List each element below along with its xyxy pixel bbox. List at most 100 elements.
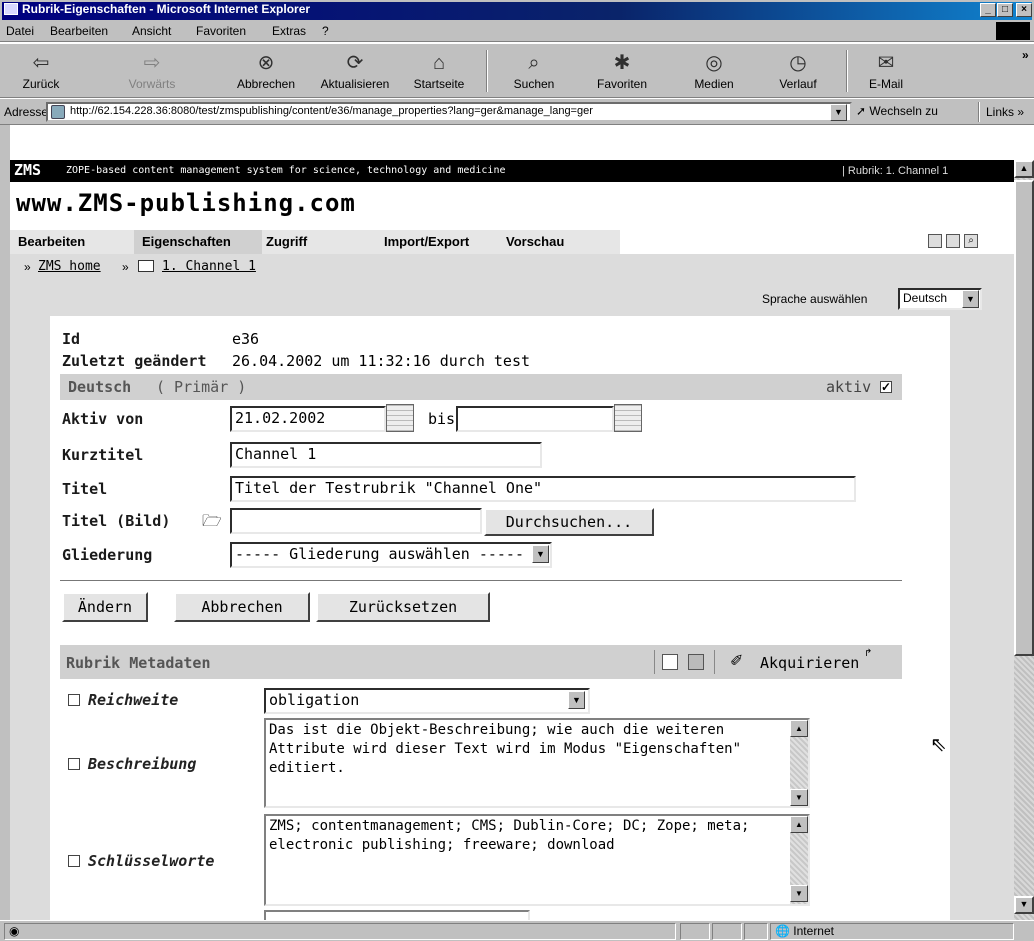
browse-button[interactable]: Durchsuchen... (484, 508, 654, 536)
mail-button[interactable]: ✉ E-Mail (848, 48, 924, 96)
ie-window-icon (4, 3, 18, 15)
language-section-title: Deutsch (68, 378, 132, 396)
gliederung-select[interactable]: ----- Gliederung auswählen ----- (230, 542, 552, 568)
links-button[interactable]: Links » (986, 105, 1024, 119)
window-title: Rubrik-Eigenschaften - Microsoft Interne… (22, 2, 311, 16)
window-border-left (0, 125, 10, 920)
address-dropdown-button[interactable]: ▼ (830, 104, 847, 121)
address-bar: Adresse http://62.154.228.36:8080/test/z… (0, 99, 1034, 125)
paste-icon[interactable] (688, 654, 704, 670)
close-button[interactable]: × (1016, 3, 1032, 17)
titel-bild-file-input[interactable] (230, 508, 482, 534)
expand-arrow-icon[interactable]: ↱ (864, 648, 872, 659)
menu-ansicht[interactable]: Ansicht (132, 24, 171, 38)
address-url: http://62.154.228.36:8080/test/zmspublis… (70, 105, 593, 117)
status-bar: ◉ 🌐 Internet (0, 920, 1034, 941)
toolbar-overflow-button[interactable]: » (1022, 48, 1029, 62)
aktiv-von-label: Aktiv von (62, 410, 144, 428)
scroll-down-button[interactable]: ▼ (1014, 896, 1034, 914)
back-button[interactable]: ⇦ Zurück (6, 48, 76, 96)
schluesselworte-checkbox[interactable] (68, 855, 80, 867)
menu-extras[interactable]: Extras (272, 24, 306, 38)
scroll-down-arrow[interactable]: ▼ (790, 885, 808, 902)
breadcrumb-current-link[interactable]: 1. Channel 1 (162, 259, 256, 274)
calendar-icon[interactable] (386, 404, 414, 432)
status-cell (744, 923, 768, 940)
kurztitel-label: Kurztitel (62, 446, 144, 464)
refresh-button[interactable]: ⟳ Aktualisieren (310, 48, 400, 96)
open-folder-icon: 🗁 (202, 513, 222, 530)
mouse-cursor-icon: ⇖ (930, 734, 947, 756)
changed-value: 26.04.2002 um 11:32:16 durch test (232, 352, 531, 370)
search-icon: ⌕ (528, 52, 540, 74)
active-label: aktiv (826, 378, 872, 396)
copy-icon[interactable] (662, 654, 678, 670)
next-field-partial[interactable] (264, 910, 530, 920)
reset-button[interactable]: Zurücksetzen (316, 592, 490, 622)
menu-bearbeiten[interactable]: Bearbeiten (50, 24, 108, 38)
menu-datei[interactable]: Datei (6, 24, 34, 38)
status-cell (680, 923, 710, 940)
forward-arrow-icon: ⇨ (143, 52, 161, 74)
maximize-button[interactable]: □ (997, 3, 1013, 17)
aktiv-von-input[interactable]: 21.02.2002 (230, 406, 386, 432)
schluesselworte-textarea[interactable]: ZMS; contentmanagement; CMS; Dublin-Core… (264, 814, 810, 906)
media-button[interactable]: ◎ Medien (676, 48, 752, 96)
active-checkbox[interactable]: ✓ (880, 381, 892, 393)
window-titlebar[interactable]: Rubrik-Eigenschaften - Microsoft Interne… (0, 0, 1034, 20)
beschreibung-textarea[interactable]: Das ist die Objekt-Beschreibung; wie auc… (264, 718, 810, 808)
gliederung-label: Gliederung (62, 546, 153, 564)
chevron-down-icon[interactable]: ▼ (532, 545, 549, 563)
tab-import-export[interactable]: Import/Export (376, 230, 500, 254)
site-title: www.ZMS-publishing.com (16, 189, 356, 217)
search-button[interactable]: ⌕ Suchen (496, 48, 572, 96)
page-scrollbar[interactable]: ▲ ▼ (1014, 160, 1034, 920)
management-tabs: Bearbeiten Eigenschaften Zugriff Import/… (10, 230, 1014, 254)
reichweite-select[interactable]: obligation (264, 688, 590, 714)
tab-vorschau[interactable]: Vorschau (498, 230, 618, 254)
security-zone: 🌐 Internet (770, 923, 1014, 940)
breadcrumb: » ZMS home » 1. Channel 1 (10, 254, 1014, 280)
reichweite-checkbox[interactable] (68, 694, 80, 706)
changed-label: Zuletzt geändert (62, 352, 207, 370)
home-button[interactable]: ⌂ Startseite (404, 48, 474, 96)
scroll-up-arrow[interactable]: ▲ (790, 720, 808, 737)
go-button[interactable]: ➚ Wechseln zu (856, 103, 976, 122)
bis-input[interactable] (456, 406, 614, 432)
forward-button[interactable]: ⇨ Vorwärts (112, 48, 192, 96)
list-icon[interactable] (946, 234, 960, 248)
tab-eigenschaften[interactable]: Eigenschaften (134, 230, 262, 254)
page-top-blank (10, 125, 1014, 160)
minimize-button[interactable]: _ (980, 3, 996, 17)
acquire-link[interactable]: Akquirieren (760, 654, 859, 672)
address-input[interactable]: http://62.154.228.36:8080/test/zmspublis… (46, 102, 852, 122)
titel-input[interactable]: Titel der Testrubrik "Channel One" (230, 476, 856, 502)
scroll-down-arrow[interactable]: ▼ (790, 789, 808, 806)
titel-label: Titel (62, 480, 108, 498)
language-primary: ( Primär ) (156, 378, 247, 396)
separator (654, 650, 655, 674)
menu-help[interactable]: ? (322, 24, 329, 38)
settings-icon[interactable] (928, 234, 942, 248)
kurztitel-input[interactable]: Channel 1 (230, 442, 542, 468)
chevron-down-icon[interactable]: ▼ (962, 290, 979, 308)
bis-label: bis (428, 410, 456, 428)
calendar-icon[interactable] (614, 404, 642, 432)
history-button[interactable]: ◷ Verlauf (760, 48, 836, 96)
menu-favoriten[interactable]: Favoriten (196, 24, 246, 38)
cancel-button[interactable]: Abbrechen (174, 592, 310, 622)
save-button[interactable]: Ändern (62, 592, 148, 622)
chevron-down-icon[interactable]: ▼ (568, 691, 585, 709)
stop-button[interactable]: ⊗ Abbrechen (226, 48, 306, 96)
favorites-button[interactable]: ✱ Favoriten (582, 48, 662, 96)
scroll-up-button[interactable]: ▲ (1014, 160, 1034, 178)
zms-logo: ZMS (14, 161, 42, 179)
tab-bearbeiten[interactable]: Bearbeiten (10, 230, 134, 254)
tab-zugriff[interactable]: Zugriff (258, 230, 376, 254)
breadcrumb-home-link[interactable]: ZMS home (38, 259, 101, 274)
scroll-up-arrow[interactable]: ▲ (790, 816, 808, 833)
search-icon[interactable]: ⌕ (964, 234, 978, 248)
separator (714, 650, 715, 674)
scroll-thumb[interactable] (1014, 180, 1034, 656)
beschreibung-checkbox[interactable] (68, 758, 80, 770)
